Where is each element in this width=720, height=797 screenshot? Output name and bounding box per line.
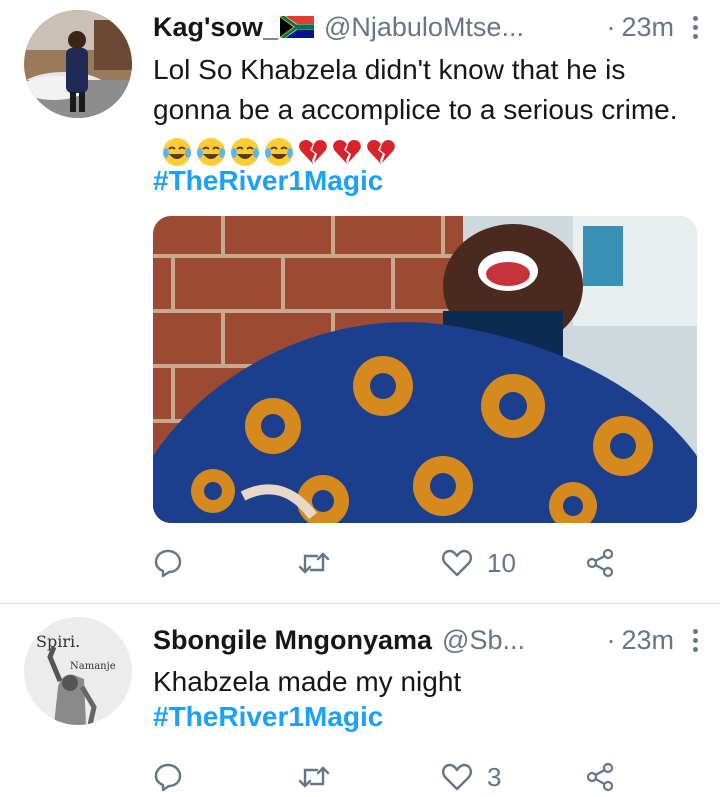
retweet-icon: [298, 552, 330, 574]
share-icon: [586, 762, 614, 792]
author-handle[interactable]: @Sb...: [442, 625, 525, 656]
broken-heart-icon: [367, 139, 395, 164]
share-button[interactable]: [585, 548, 615, 578]
tweet[interactable]: Kag'sow_ @NjabuloMtse... · 23m Lol So Kh…: [0, 0, 720, 604]
heart-icon: [442, 549, 472, 577]
broken-heart-icon: [299, 139, 327, 164]
reply-button[interactable]: [153, 762, 183, 792]
emoji-row: [161, 136, 397, 168]
author-name[interactable]: Kag'sow_: [153, 12, 278, 43]
author-name[interactable]: Sbongile Mngonyama: [153, 625, 432, 656]
like-button[interactable]: 10: [441, 548, 516, 579]
more-options-icon[interactable]: [690, 15, 700, 39]
reply-icon: [154, 763, 182, 792]
more-options-icon[interactable]: [690, 628, 700, 652]
tweet-header: Sbongile Mngonyama @Sb... · 23m: [153, 622, 700, 658]
share-icon: [586, 548, 614, 578]
face-with-tears-of-joy-icon: [197, 137, 225, 166]
tweet-divider: [0, 603, 720, 604]
tweet-header: Kag'sow_ @NjabuloMtse... · 23m: [153, 9, 700, 45]
tweet-text: Lol So Khabzela didn't know that he is g…: [153, 54, 678, 125]
tweet[interactable]: Spiri. Namanje Sbongile Mngonyama @Sb...…: [0, 605, 720, 795]
like-button[interactable]: 3: [441, 762, 501, 793]
share-button[interactable]: [585, 762, 615, 792]
heart-icon: [442, 763, 472, 791]
author-handle[interactable]: @NjabuloMtse...: [324, 12, 524, 43]
avatar[interactable]: [24, 10, 132, 118]
retweet-button[interactable]: [297, 762, 331, 792]
avatar[interactable]: Spiri. Namanje: [24, 617, 132, 725]
reply-button[interactable]: [153, 548, 183, 578]
retweet-button[interactable]: [297, 548, 331, 578]
timestamp[interactable]: 23m: [621, 625, 674, 656]
retweet-icon: [298, 766, 330, 788]
timestamp[interactable]: 23m: [621, 12, 674, 43]
face-with-tears-of-joy-icon: [163, 137, 191, 166]
tweet-text: Khabzela made my night: [153, 666, 462, 697]
tweet-image[interactable]: [153, 216, 697, 523]
separator-dot: ·: [606, 11, 616, 42]
tweet-text-block: Lol So Khabzela didn't know that he is g…: [153, 50, 696, 170]
separator-dot: ·: [606, 624, 616, 655]
tweet-actions: 3: [153, 757, 623, 797]
hashtag-link[interactable]: #TheRiver1Magic: [153, 701, 383, 733]
like-count: 10: [487, 547, 516, 578]
south-africa-flag-icon: [279, 16, 314, 38]
broken-heart-icon: [333, 139, 361, 164]
avatar-text-2: Namanje: [70, 661, 116, 672]
hashtag-link[interactable]: #TheRiver1Magic: [153, 165, 383, 197]
avatar-text-1: Spiri.: [36, 632, 80, 651]
face-with-tears-of-joy-icon: [231, 137, 259, 166]
tweet-actions: 10: [153, 543, 623, 583]
like-count: 3: [487, 761, 502, 792]
reply-icon: [154, 549, 182, 578]
face-with-tears-of-joy-icon: [265, 137, 293, 166]
